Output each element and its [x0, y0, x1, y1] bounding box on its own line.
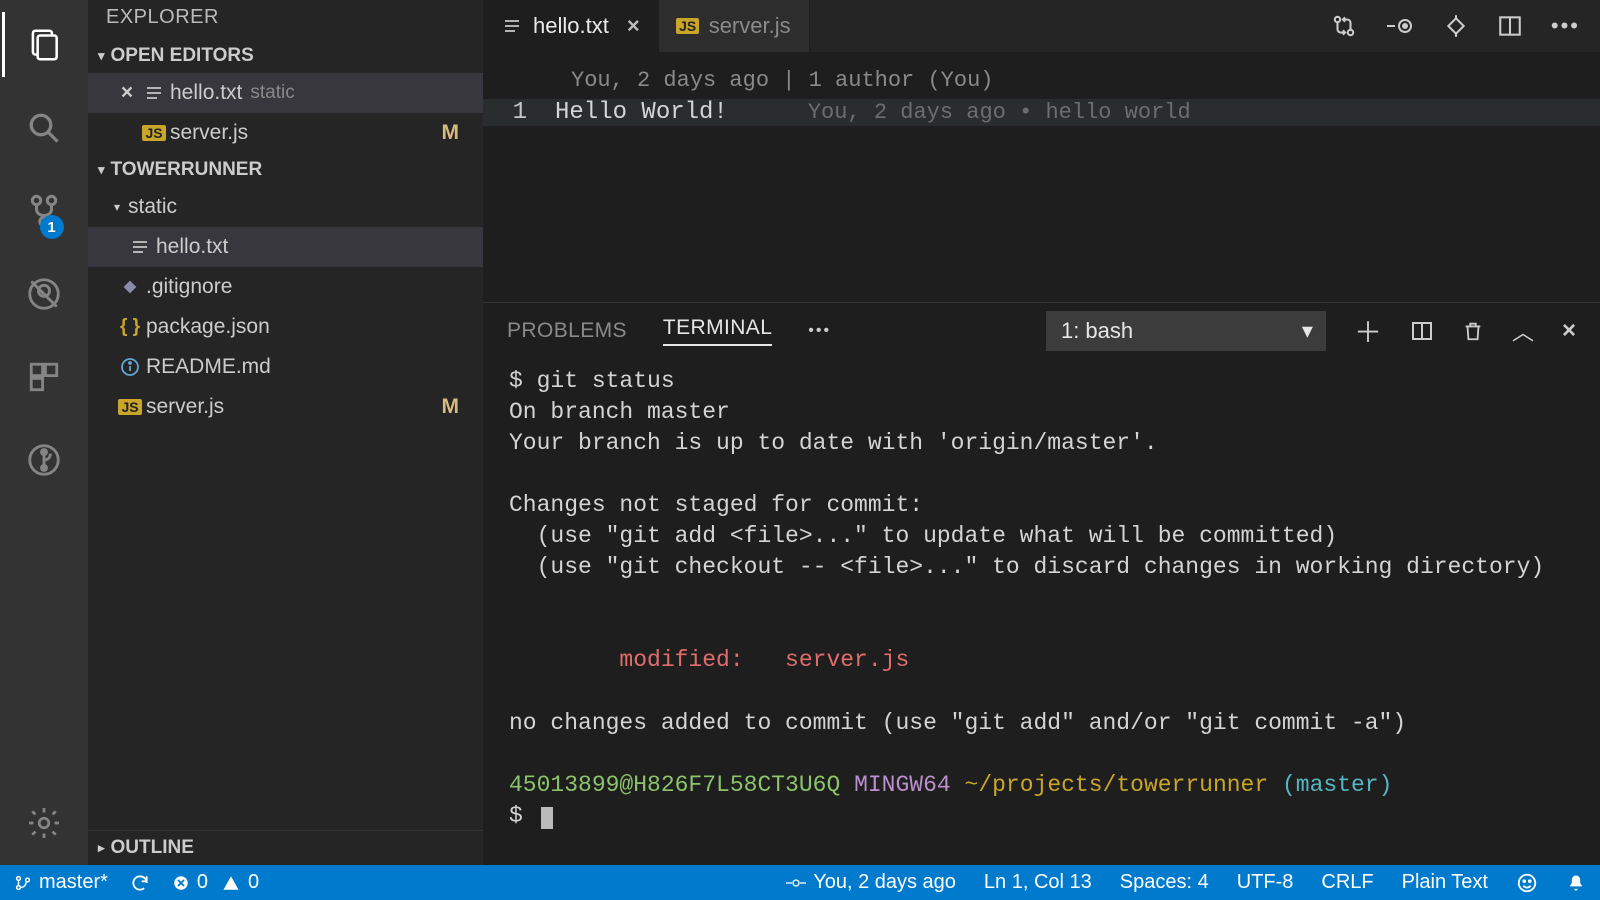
file-package-json[interactable]: { } package.json: [88, 307, 483, 347]
js-file-icon: JS: [114, 399, 146, 415]
file-lines-icon: [124, 237, 156, 257]
editor-body[interactable]: You, 2 days ago | 1 author (You) 1 Hello…: [483, 52, 1600, 302]
modified-indicator: M: [442, 395, 460, 419]
file-lines-icon: [138, 83, 170, 103]
code-text: Hello World!: [555, 99, 728, 126]
panel-tabbar: PROBLEMS TERMINAL ••• 1: bash ＋ ︿ ×: [483, 303, 1600, 358]
gitlens-blame: You, 2 days ago • hello world: [808, 100, 1191, 125]
scm-badge: 1: [40, 215, 64, 239]
chevron-down-icon: ▾: [98, 162, 105, 178]
chevron-down-icon: ▾: [98, 48, 105, 64]
search-icon[interactable]: [17, 95, 72, 160]
diamond-diff-icon[interactable]: [1443, 13, 1469, 39]
close-icon[interactable]: ×: [116, 81, 138, 105]
tab-terminal[interactable]: TERMINAL: [663, 316, 772, 346]
split-editor-icon[interactable]: [1497, 13, 1523, 39]
kill-terminal-icon[interactable]: [1462, 319, 1484, 343]
terminal-prompt: 45013899@H826F7L58CT3U6Q MINGW64 ~/proje…: [509, 770, 1574, 801]
file-readme[interactable]: README.md: [88, 347, 483, 387]
close-icon[interactable]: ×: [627, 13, 640, 39]
code-line-1[interactable]: 1 Hello World! You, 2 days ago • hello w…: [483, 99, 1600, 126]
extensions-icon[interactable]: [17, 344, 72, 409]
braces-icon: { }: [114, 316, 146, 338]
split-terminal-icon[interactable]: [1410, 319, 1434, 343]
diamond-icon: [114, 278, 146, 296]
status-cursor-pos[interactable]: Ln 1, Col 13: [984, 871, 1092, 894]
outline-header[interactable]: ▸ OUTLINE: [88, 830, 483, 865]
file-hello[interactable]: hello.txt: [88, 227, 483, 267]
more-panels-icon[interactable]: •••: [808, 322, 831, 340]
git-graph-icon[interactable]: [17, 427, 72, 492]
status-eol[interactable]: CRLF: [1321, 871, 1373, 894]
editor-tabbar: hello.txt × JS server.js: [483, 0, 1600, 52]
project-header[interactable]: ▾ TOWERRUNNER: [88, 153, 483, 187]
chevron-down-icon: ▾: [114, 200, 120, 214]
info-icon: [114, 357, 146, 377]
more-icon[interactable]: •••: [1551, 13, 1580, 39]
app-main: 1 EXPLORER ▾ OPEN EDITORS × hello.txt s: [0, 0, 1600, 865]
status-problems[interactable]: 0 0: [172, 871, 259, 894]
terminal-select[interactable]: 1: bash: [1046, 311, 1326, 351]
sidebar-title: EXPLORER: [88, 0, 483, 39]
line-number: 1: [483, 99, 555, 126]
js-file-icon: JS: [677, 18, 699, 34]
source-control-icon[interactable]: 1: [17, 178, 72, 243]
file-gitignore[interactable]: .gitignore: [88, 267, 483, 307]
open-editor-server[interactable]: JS server.js M: [88, 113, 483, 153]
cursor-icon: [541, 807, 553, 829]
settings-gear-icon[interactable]: [17, 790, 72, 855]
editor-actions: •••: [1311, 0, 1600, 52]
terminal-content[interactable]: $ git status On branch master Your branc…: [483, 358, 1600, 865]
chevron-right-icon: ▸: [98, 840, 105, 856]
status-blame[interactable]: You, 2 days ago: [786, 871, 956, 894]
explorer-sidebar: EXPLORER ▾ OPEN EDITORS × hello.txt stat…: [88, 0, 483, 865]
status-language[interactable]: Plain Text: [1402, 871, 1488, 894]
debug-icon[interactable]: [17, 261, 72, 326]
activity-bar: 1: [0, 0, 88, 865]
terminal-input-line: $: [509, 801, 1574, 832]
status-sync-icon[interactable]: [130, 873, 150, 893]
modified-indicator: M: [442, 121, 460, 145]
explorer-icon[interactable]: [17, 12, 72, 77]
file-lines-icon: [501, 16, 523, 36]
new-terminal-icon[interactable]: ＋: [1354, 311, 1382, 351]
close-panel-icon[interactable]: ×: [1562, 317, 1576, 345]
feedback-smiley-icon[interactable]: [1516, 872, 1538, 894]
editor-area: hello.txt × JS server.js: [483, 0, 1600, 865]
status-branch[interactable]: master*: [14, 871, 108, 894]
bottom-panel: PROBLEMS TERMINAL ••• 1: bash ＋ ︿ ×: [483, 302, 1600, 865]
notifications-bell-icon[interactable]: [1566, 872, 1586, 894]
eye-commit-icon[interactable]: [1385, 15, 1415, 37]
open-editors-header[interactable]: ▾ OPEN EDITORS: [88, 39, 483, 73]
gitlens-codelens[interactable]: You, 2 days ago | 1 author (You): [483, 62, 1600, 99]
folder-static[interactable]: ▾ static: [88, 187, 483, 227]
tab-server[interactable]: JS server.js: [659, 0, 810, 52]
git-compare-icon[interactable]: [1331, 13, 1357, 39]
file-server-js[interactable]: JS server.js M: [88, 387, 483, 427]
status-bar: master* 0 0 You, 2 days ago Ln 1, Col 13…: [0, 865, 1600, 900]
status-spaces[interactable]: Spaces: 4: [1120, 871, 1209, 894]
status-encoding[interactable]: UTF-8: [1237, 871, 1294, 894]
open-editor-hello[interactable]: × hello.txt static: [88, 73, 483, 113]
tab-problems[interactable]: PROBLEMS: [507, 319, 627, 343]
js-file-icon: JS: [138, 125, 170, 141]
tab-hello[interactable]: hello.txt ×: [483, 0, 659, 52]
maximize-panel-icon[interactable]: ︿: [1512, 315, 1534, 347]
